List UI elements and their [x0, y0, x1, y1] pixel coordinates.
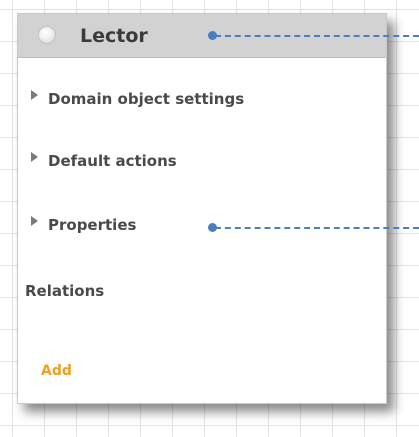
diagram-canvas: Lector Domain object settings Default ac… [0, 0, 419, 437]
expand-caret-icon [31, 216, 38, 226]
entity-card[interactable]: Lector Domain object settings Default ac… [17, 13, 387, 404]
section-label: Properties [48, 216, 137, 234]
section-default-actions[interactable]: Default actions [18, 148, 177, 174]
connector-line [215, 227, 419, 229]
section-label: Domain object settings [48, 90, 245, 108]
add-relation-link[interactable]: Add [41, 363, 72, 379]
expand-caret-icon [31, 152, 38, 162]
section-label: Default actions [48, 152, 177, 170]
expand-caret-icon [31, 90, 38, 100]
circle-status-icon [38, 26, 56, 44]
relations-heading: Relations [25, 282, 105, 300]
section-properties[interactable]: Properties [18, 212, 136, 238]
section-domain-object-settings[interactable]: Domain object settings [18, 86, 244, 112]
connector-line [215, 35, 419, 37]
entity-title: Lector [80, 25, 148, 47]
